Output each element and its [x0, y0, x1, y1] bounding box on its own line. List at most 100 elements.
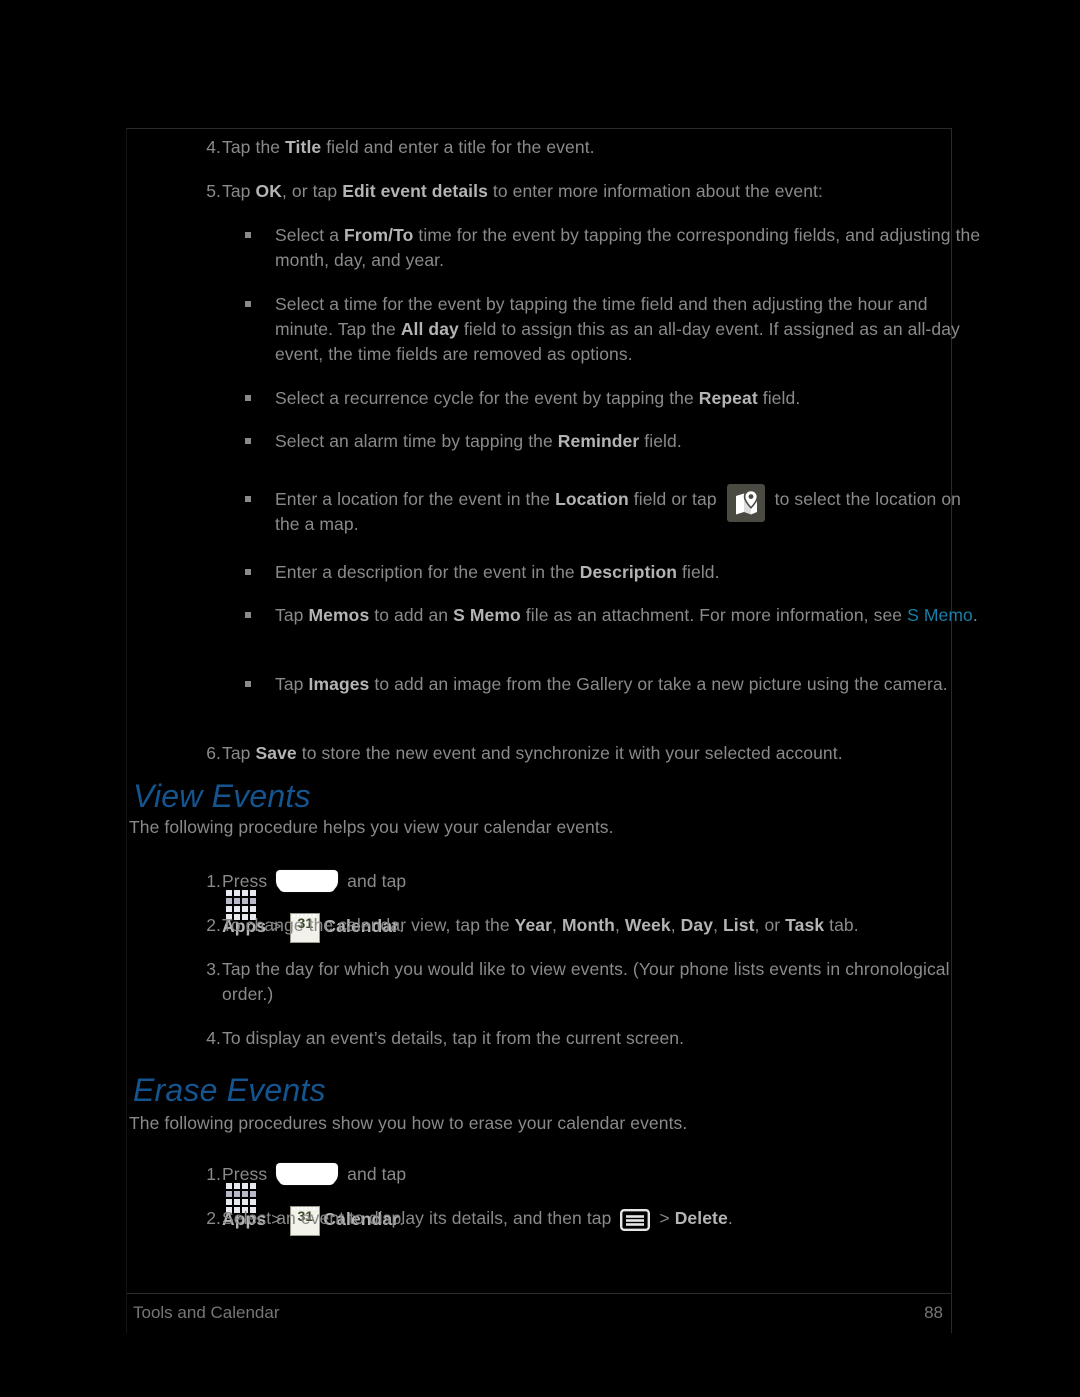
square-bullet-icon — [245, 232, 251, 238]
step-text: Tap Memos to add an S Memo file as an at… — [247, 603, 981, 628]
home-key-icon[interactable] — [276, 869, 339, 892]
home-key-icon[interactable] — [276, 1162, 339, 1185]
square-bullet-icon — [245, 569, 251, 575]
text-run: Tap — [222, 743, 256, 763]
emphasized-term: OK — [255, 181, 282, 201]
text-run: file as an attachment. For more informat… — [520, 605, 908, 625]
step-number: 5. — [206, 181, 221, 201]
emphasized-term: All day — [400, 319, 459, 339]
step-number: 3. — [206, 959, 221, 979]
square-bullet-icon — [245, 395, 251, 401]
text-run: tab. — [824, 915, 859, 935]
bullet-item: Select a time for the event by tapping t… — [245, 292, 981, 367]
step-text: Tap the Title field and enter a title fo… — [195, 135, 955, 160]
apps-grid-cell — [242, 1183, 248, 1189]
text-run: to store the new event and synchronize i… — [296, 743, 843, 763]
apps-grid-cell — [226, 890, 232, 896]
step-number: 4. — [206, 1028, 221, 1048]
apps-grid-cell — [234, 1199, 240, 1205]
numbered-step: 2. Select an event to display its details… — [195, 1206, 955, 1231]
step-text: Select a time for the event by tapping t… — [247, 292, 981, 367]
step-number: 2. — [206, 915, 221, 935]
text-run: Select an event to display its details, … — [222, 1208, 617, 1228]
emphasized-term: From/To — [344, 225, 414, 245]
apps-grid-cell — [250, 898, 256, 904]
emphasized-term: Location — [555, 489, 629, 509]
bullet-item: Select a recurrence cycle for the event … — [245, 386, 981, 411]
view-events-heading: View Events — [133, 778, 311, 814]
text-run: Enter a location for the event in the — [275, 489, 556, 509]
step-number: 2. — [206, 1208, 221, 1228]
text-run: , — [552, 915, 562, 935]
apps-grid-cell — [250, 906, 256, 912]
text-run: Enter a description for the event in the — [275, 562, 580, 582]
step-text: Select an event to display its details, … — [195, 1206, 955, 1231]
bullet-item: Tap Memos to add an S Memo file as an at… — [245, 603, 981, 628]
step-text: Enter a description for the event in the… — [247, 560, 981, 585]
footer-section-label: Tools and Calendar — [133, 1303, 280, 1322]
apps-grid-cell — [250, 1183, 256, 1189]
text-run: To display an event’s details, tap it fr… — [222, 1028, 685, 1048]
numbered-step: 3. Tap the day for which you would like t… — [195, 957, 955, 1007]
text-run: field. — [639, 431, 682, 451]
map-location-icon[interactable] — [726, 484, 765, 523]
cross-reference-link[interactable]: S Memo — [907, 605, 973, 625]
apps-grid-cell — [234, 898, 240, 904]
text-run: > — [654, 1208, 675, 1228]
footer-page-number: 88 — [924, 1303, 943, 1322]
bullet-item: Select an alarm time by tapping the Remi… — [245, 429, 981, 454]
text-run: field and enter a title for the event. — [321, 137, 595, 157]
text-run: , — [713, 915, 723, 935]
text-run: , or tap — [281, 181, 343, 201]
apps-grid-cell — [242, 1191, 248, 1197]
emphasized-term: Day — [680, 915, 714, 935]
emphasized-term: Week — [624, 915, 671, 935]
numbered-step: 4. To display an event’s details, tap it … — [195, 1026, 955, 1051]
step-text: Select a recurrence cycle for the event … — [247, 386, 981, 411]
step-number: 6. — [206, 743, 221, 763]
emphasized-term: Task — [785, 915, 825, 935]
emphasized-term: Repeat — [698, 388, 758, 408]
text-run: , — [670, 915, 681, 935]
menu-icon[interactable] — [620, 1208, 651, 1231]
step-number: 4. — [206, 137, 221, 157]
text-run: Press — [222, 871, 273, 891]
step-text: Enter a location for the event in the Lo… — [247, 484, 981, 537]
apps-grid-cell — [234, 906, 240, 912]
bullet-item: Enter a description for the event in the… — [245, 560, 981, 585]
text-run: . — [972, 605, 978, 625]
text-run: Select a — [275, 225, 344, 245]
apps-grid-cell — [226, 898, 232, 904]
bullet-item: Tap Images to add an image from the Gall… — [245, 672, 981, 697]
step-text: Tap Save to store the new event and sync… — [195, 741, 955, 766]
apps-grid-cell — [234, 1191, 240, 1197]
apps-grid-cell — [226, 1183, 232, 1189]
emphasized-term: Delete — [674, 1208, 728, 1228]
emphasized-term: Images — [308, 674, 370, 694]
apps-grid-cell — [234, 890, 240, 896]
emphasized-term: S Memo — [453, 605, 521, 625]
emphasized-term: Edit event details — [342, 181, 488, 201]
step-text: Tap Images to add an image from the Gall… — [247, 672, 981, 697]
text-run: field. — [677, 562, 720, 582]
erase-events-intro: The following procedures show you how to… — [129, 1113, 688, 1133]
manual-page: 4. Tap the Title field and enter a title … — [0, 0, 1080, 1397]
apps-grid-cell — [250, 890, 256, 896]
text-run: and tap — [342, 871, 407, 891]
text-run: Tap — [275, 605, 309, 625]
emphasized-term: Reminder — [557, 431, 640, 451]
step-text: Tap OK, or tap Edit event details to ent… — [195, 179, 955, 204]
bullet-item: Enter a location for the event in the Lo… — [245, 484, 981, 537]
step-text: Select an alarm time by tapping the Remi… — [247, 429, 981, 454]
step-number: 1. — [206, 871, 221, 891]
page-content-block: 4. Tap the Title field and enter a title … — [126, 128, 980, 1333]
numbered-step: 6. Tap Save to store the new event and sy… — [195, 741, 955, 766]
emphasized-term: Year — [514, 915, 553, 935]
step-text: To change the calendar view, tap the Yea… — [195, 913, 955, 938]
step-text: Tap the day for which you would like to … — [195, 957, 955, 1007]
text-run: To change the calendar view, tap the — [222, 915, 515, 935]
emphasized-term: Month — [561, 915, 615, 935]
apps-grid-cell — [250, 1199, 256, 1205]
text-run: Press — [222, 1164, 273, 1184]
numbered-step: 4. Tap the Title field and enter a title … — [195, 135, 955, 160]
